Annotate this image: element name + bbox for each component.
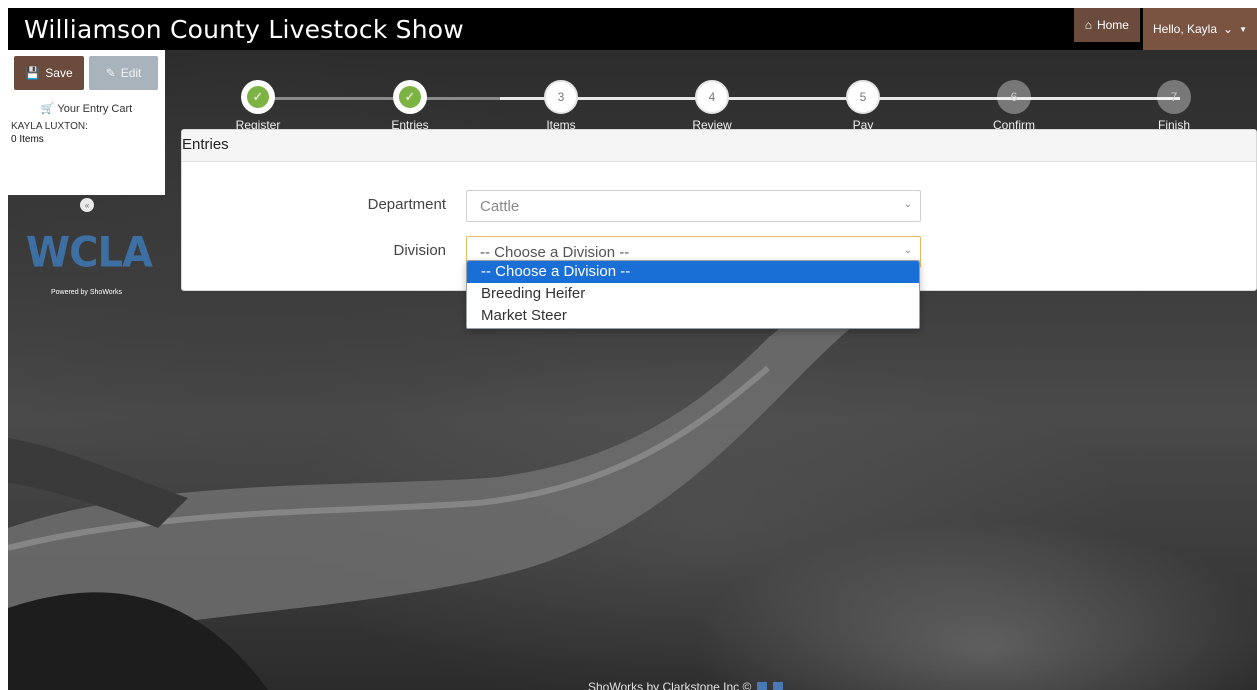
step-circle: ✓ [393, 80, 427, 114]
site-title[interactable]: Williamson County Livestock Show [8, 15, 464, 44]
division-value: -- Choose a Division -- [480, 244, 630, 261]
top-nav-links: ⌂ Home Hello, Kayla ⌄ ▼ [1073, 8, 1257, 50]
step-finish[interactable]: 7 Finish [1124, 80, 1224, 132]
cart-icon: 🛒 [40, 103, 55, 115]
page-footer: ShoWorks by Clarkstone Inc © [588, 680, 784, 690]
sidebar-actions: 💾 Save ✎ Edit [8, 50, 165, 96]
floppy-disk-icon: 💾 [25, 66, 41, 80]
panel-header: Entries [182, 130, 1256, 162]
cart-item-count: 0 Items [11, 134, 44, 145]
department-label: Department [367, 196, 446, 213]
division-option[interactable]: Breeding Heifer [467, 283, 919, 305]
sidebar-collapse-button[interactable]: « [80, 198, 94, 212]
powered-by-text: Powered by ShoWorks [50, 289, 123, 296]
chevron-down-icon: ⌄ [903, 245, 912, 256]
edit-label: Edit [120, 66, 142, 80]
step-circle: 5 [846, 80, 880, 114]
chevron-down-icon: ⌄ [1223, 22, 1234, 36]
exhibitor-name: KAYLA LUXTON: [11, 121, 88, 132]
panel-title: Entries [182, 136, 229, 153]
checkmark-icon: ✓ [247, 86, 269, 108]
wcla-logo: WCLA [26, 228, 153, 278]
step-circle: 4 [695, 80, 729, 114]
step-circle: 7 [1157, 80, 1191, 114]
user-menu-button[interactable]: Hello, Kayla ⌄ ▼ [1142, 8, 1257, 50]
division-option[interactable]: -- Choose a Division -- [467, 261, 919, 283]
save-label: Save [45, 66, 73, 80]
caret-down-icon: ▼ [1239, 24, 1247, 34]
entry-cart-label: Your Entry Cart [57, 103, 133, 115]
step-entries[interactable]: ✓ Entries [360, 80, 460, 132]
division-label: Division [393, 242, 446, 259]
division-option[interactable]: Market Steer [467, 305, 919, 327]
home-label: Home [1096, 18, 1129, 32]
step-items[interactable]: 3 Items [511, 80, 611, 132]
step-register[interactable]: ✓ Register [208, 80, 308, 132]
division-dropdown-list: -- Choose a Division -- Breeding Heifer … [466, 260, 920, 329]
step-review[interactable]: 4 Review [662, 80, 762, 132]
step-pay[interactable]: 5 Pay [813, 80, 913, 132]
entry-cart-sidebar: 💾 Save ✎ Edit 🛒 Your Entry Cart KAYLA LU… [8, 50, 165, 195]
double-chevron-icon: « [84, 200, 90, 210]
app-window: Williamson County Livestock Show ⌂ Home … [8, 8, 1257, 690]
home-button[interactable]: ⌂ Home [1073, 8, 1140, 42]
progress-stepper: ✓ Register ✓ Entries 3 Items 4 Review 5 … [180, 71, 1252, 132]
chevron-down-icon: ⌄ [903, 199, 912, 210]
department-value: Cattle [480, 198, 520, 215]
edit-button[interactable]: ✎ Edit [89, 56, 158, 90]
twitter-icon[interactable] [757, 682, 768, 690]
step-confirm[interactable]: 6 Confirm [964, 80, 1064, 132]
footer-text: ShoWorks by Clarkstone Inc © [588, 680, 752, 690]
home-icon: ⌂ [1084, 18, 1092, 32]
facebook-icon[interactable] [773, 682, 784, 690]
checkmark-icon: ✓ [399, 86, 421, 108]
department-select[interactable]: Cattle ⌄ [466, 190, 921, 222]
user-menu-label: Hello, Kayla [1152, 22, 1218, 36]
save-button[interactable]: 💾 Save [14, 56, 84, 90]
entry-cart-link[interactable]: 🛒 Your Entry Cart [8, 102, 165, 115]
step-circle: ✓ [241, 80, 275, 114]
step-circle: 6 [997, 80, 1031, 114]
step-circle: 3 [544, 80, 578, 114]
top-navbar: Williamson County Livestock Show ⌂ Home … [8, 8, 1257, 50]
pencil-icon: ✎ [105, 66, 116, 80]
